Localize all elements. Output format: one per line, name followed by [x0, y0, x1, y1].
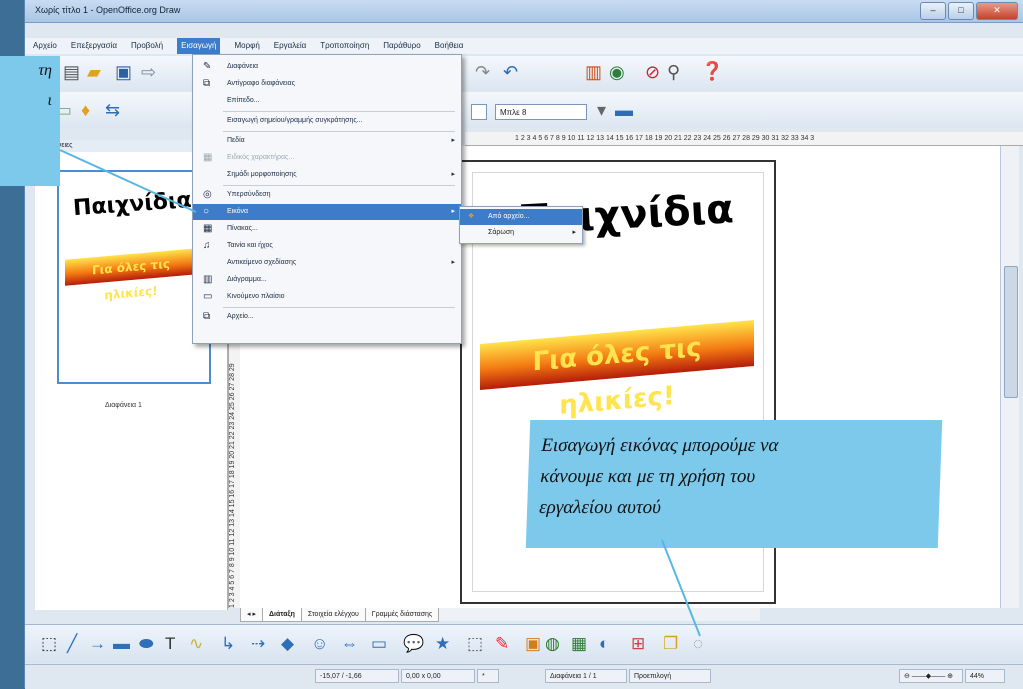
left-callout-pointer [59, 149, 197, 213]
callout-pointers [59, 149, 701, 637]
right-callout-pointer [661, 539, 701, 637]
